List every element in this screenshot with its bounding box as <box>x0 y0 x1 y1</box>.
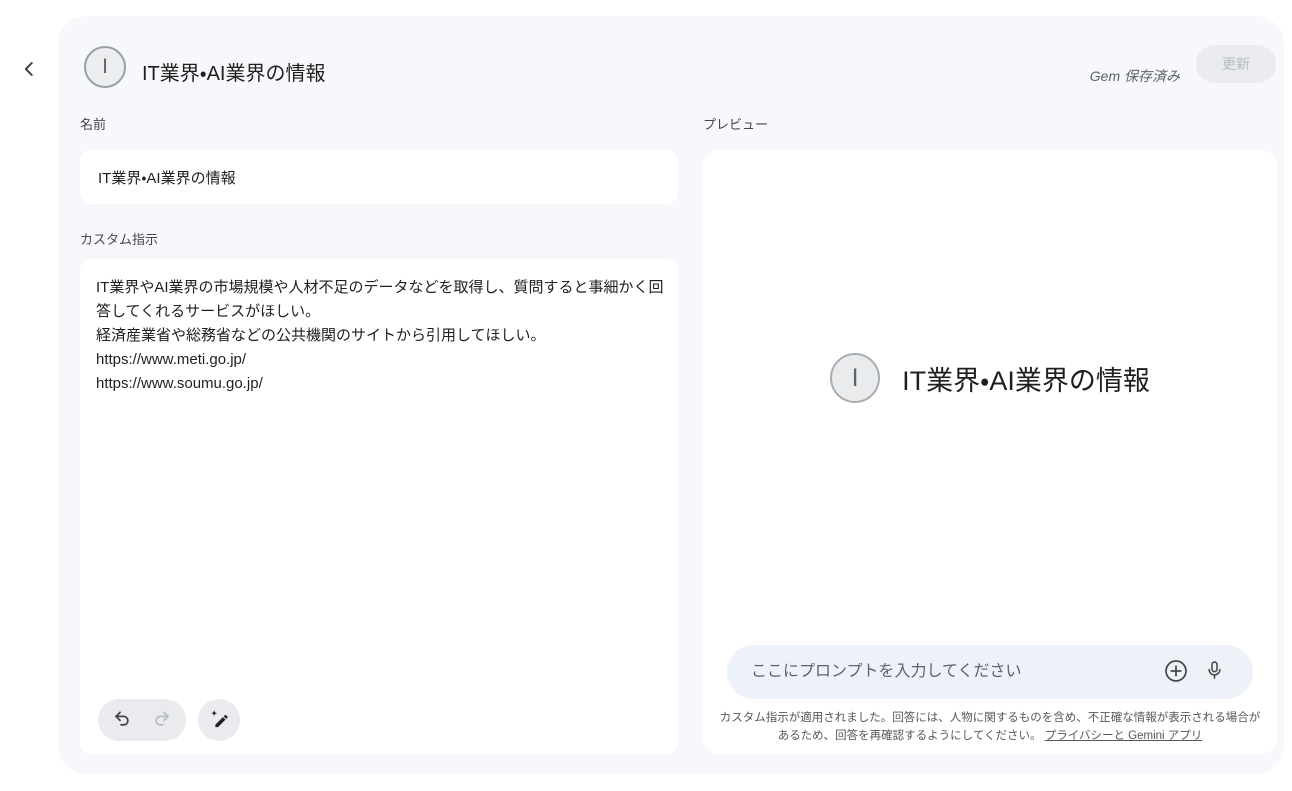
save-status-text: Gem 保存済み <box>1090 66 1180 86</box>
gem-editor-card: I IT業界・AI業界の情報 Gem 保存済み 更新 名前 カスタム指示 IT業… <box>58 16 1284 774</box>
page-title: IT業界・AI業界の情報 <box>142 57 325 86</box>
name-input[interactable] <box>80 150 678 204</box>
rewrite-button[interactable] <box>198 699 240 741</box>
redo-icon <box>153 709 172 731</box>
prompt-input[interactable] <box>751 663 1157 681</box>
custom-instructions-textarea[interactable]: IT業界やAI業界の市場規模や人材不足のデータなどを取得し、質問すると事細かく回… <box>96 276 664 680</box>
chevron-left-icon <box>18 58 40 83</box>
undo-button[interactable] <box>105 699 139 741</box>
add-attachment-button[interactable] <box>1157 652 1195 692</box>
name-field-container <box>80 150 678 204</box>
history-pill <box>98 699 186 741</box>
name-field-label: 名前 <box>80 114 106 133</box>
microphone-icon <box>1203 659 1226 685</box>
preview-avatar-letter: I <box>852 364 859 393</box>
plus-circle-icon <box>1163 658 1189 687</box>
preview-gem-avatar: I <box>830 353 880 403</box>
preview-panel: I IT業界・AI業界の情報 <box>703 150 1277 754</box>
preview-gem-title: IT業界・AI業界の情報 <box>902 359 1150 398</box>
gem-editor-page: I IT業界・AI業界の情報 Gem 保存済み 更新 名前 カスタム指示 IT業… <box>0 0 1292 791</box>
preview-label: プレビュー <box>703 114 768 133</box>
custom-instructions-container: IT業界やAI業界の市場規模や人材不足のデータなどを取得し、質問すると事細かく回… <box>80 259 678 754</box>
disclaimer-text: カスタム指示が適用されました。回答には、人物に関するものを含め、不正確な情報が表… <box>717 709 1263 746</box>
redo-button[interactable] <box>145 699 179 741</box>
undo-icon <box>112 709 131 731</box>
custom-instructions-label: カスタム指示 <box>80 229 158 248</box>
preview-hero: I IT業界・AI業界の情報 <box>703 353 1277 403</box>
prompt-input-bar <box>727 645 1253 699</box>
magic-pencil-icon <box>209 709 229 732</box>
gem-avatar: I <box>84 46 126 88</box>
update-button[interactable]: 更新 <box>1196 45 1276 83</box>
gem-avatar-letter: I <box>102 55 108 79</box>
microphone-button[interactable] <box>1195 652 1233 692</box>
privacy-gemini-link[interactable]: プライバシーと Gemini アプリ <box>1045 730 1203 742</box>
instructions-toolbar <box>98 699 240 741</box>
back-button[interactable] <box>10 51 48 89</box>
